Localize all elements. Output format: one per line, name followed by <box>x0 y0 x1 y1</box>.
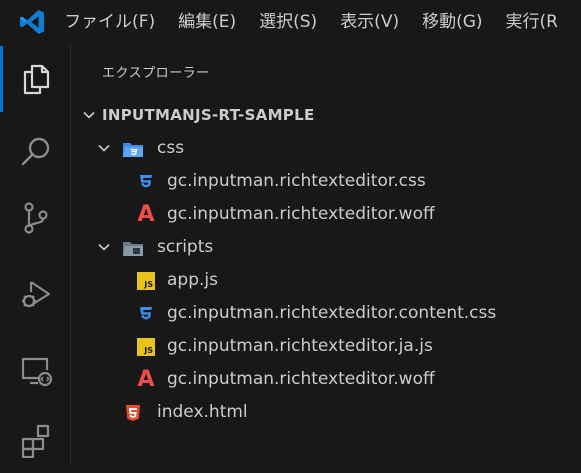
font-file-icon: A <box>137 202 155 227</box>
js-file-icon: JS <box>135 336 157 358</box>
chevron-down-icon <box>83 111 95 119</box>
tree-item-label: scripts <box>157 237 214 257</box>
chevron-down-icon <box>98 144 110 152</box>
css-file-icon <box>135 303 157 325</box>
tree-file-woff[interactable]: A gc.inputman.richtexteditor.woff <box>71 198 581 231</box>
tree-folder-css[interactable]: css <box>71 132 581 165</box>
title-bar: ファイル(F) 編集(E) 選択(S) 表示(V) 移動(G) 実行(R <box>0 0 581 44</box>
search-icon[interactable] <box>0 119 71 185</box>
tree-file-css[interactable]: gc.inputman.richtexteditor.css <box>71 165 581 198</box>
html-file-icon <box>122 402 144 424</box>
source-control-icon[interactable] <box>0 185 71 251</box>
css-folder-icon <box>122 138 144 160</box>
vscode-logo-icon <box>0 0 64 44</box>
menu-go[interactable]: 移動(G) <box>422 0 482 44</box>
tree-file-js[interactable]: JS gc.inputman.richtexteditor.ja.js <box>71 330 581 363</box>
tree-item-label: css <box>157 138 185 158</box>
tree-file-css[interactable]: gc.inputman.richtexteditor.content.css <box>71 297 581 330</box>
tree-root-folder[interactable]: INPUTMANJS-RT-SAMPLE <box>71 99 581 132</box>
tree-file-woff[interactable]: A gc.inputman.richtexteditor.woff <box>71 363 581 396</box>
activity-bar <box>0 44 71 465</box>
remote-explorer-icon[interactable] <box>0 337 71 403</box>
font-file-icon: A <box>137 367 155 392</box>
run-debug-icon[interactable] <box>0 261 71 327</box>
css-file-icon <box>135 171 157 193</box>
tree-item-label: gc.inputman.richtexteditor.woff <box>167 204 435 224</box>
tree-item-label: gc.inputman.richtexteditor.woff <box>167 369 435 389</box>
menu-file[interactable]: ファイル(F) <box>64 0 155 44</box>
tree-item-label: gc.inputman.richtexteditor.css <box>167 171 426 191</box>
tree-item-label: gc.inputman.richtexteditor.ja.js <box>167 336 433 356</box>
tree-item-label: app.js <box>167 270 218 290</box>
menu-bar: ファイル(F) 編集(E) 選択(S) 表示(V) 移動(G) 実行(R <box>64 0 581 44</box>
menu-view[interactable]: 表示(V) <box>340 0 399 44</box>
tree-file-js[interactable]: JS app.js <box>71 264 581 297</box>
tree-file-html[interactable]: index.html <box>71 396 581 429</box>
explorer-icon[interactable] <box>0 46 71 112</box>
tree-item-label: index.html <box>157 402 248 422</box>
menu-run[interactable]: 実行(R <box>506 0 558 44</box>
menu-selection[interactable]: 選択(S) <box>259 0 317 44</box>
explorer-title: エクスプローラー <box>102 66 210 81</box>
js-file-icon: JS <box>135 270 157 292</box>
chevron-down-icon <box>98 243 110 251</box>
scripts-folder-icon <box>122 237 144 259</box>
tree-folder-scripts[interactable]: scripts <box>71 231 581 264</box>
tree-item-label: gc.inputman.richtexteditor.content.css <box>167 303 497 323</box>
extensions-icon[interactable] <box>0 407 71 473</box>
root-folder-label: INPUTMANJS-RT-SAMPLE <box>102 106 315 124</box>
explorer-panel: エクスプローラー INPUTMANJS-RT-SAMPLE css gc.inp… <box>71 44 581 465</box>
menu-edit[interactable]: 編集(E) <box>178 0 236 44</box>
